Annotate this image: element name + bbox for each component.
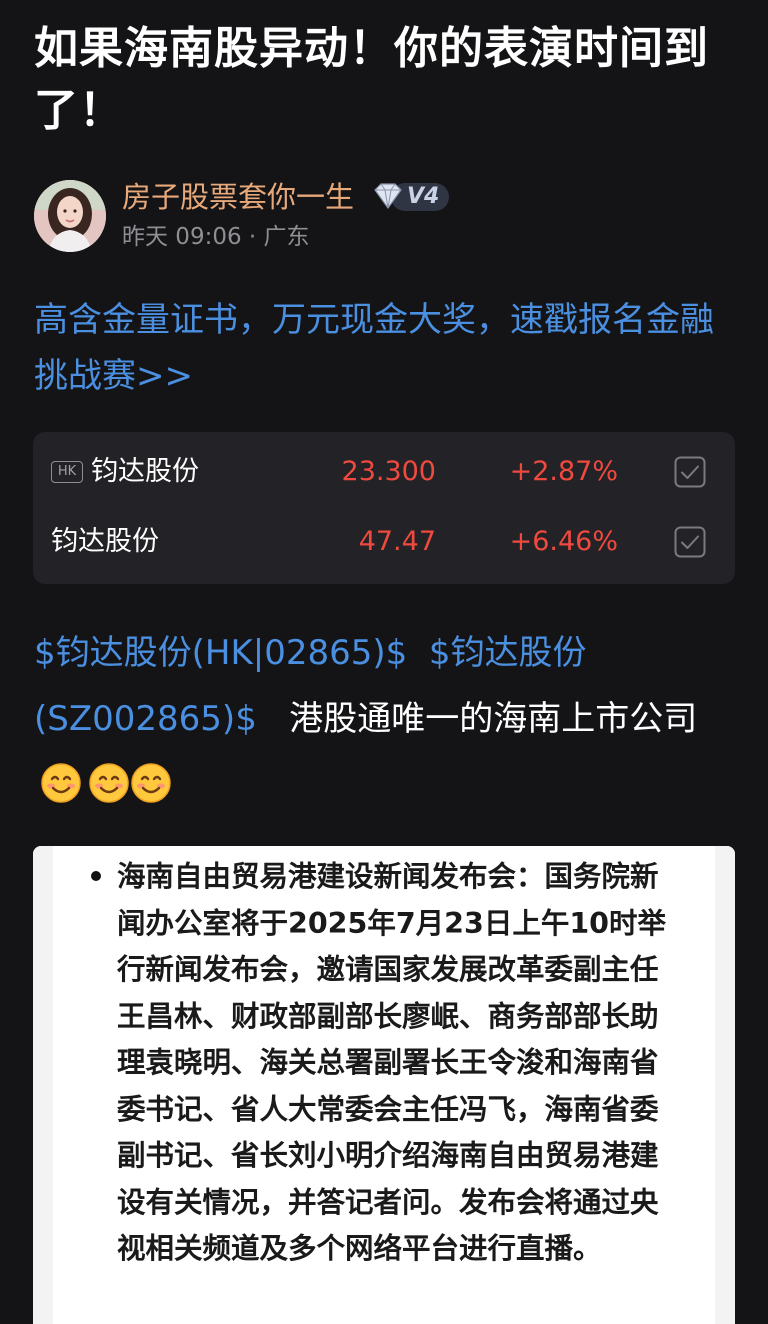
stock-card: HK 钧达股份 23.300 +2.87% 钧达股份 47.47 +6.46% <box>33 432 735 584</box>
check-square-icon[interactable] <box>674 526 706 558</box>
stock-price: 23.300 <box>341 456 436 487</box>
author-row[interactable]: 房子股票套你一生 V4 昨天 09:06 · 广东 <box>34 180 734 256</box>
smiling-face-icon <box>41 763 81 803</box>
news-image[interactable]: 海南自由贸易港建设新闻发布会：国务院新闻办公室将于2025年7月23日上午10时… <box>33 846 735 1324</box>
news-text: 海南自由贸易港建设新闻发布会：国务院新闻办公室将于2025年7月23日上午10时… <box>117 854 677 1273</box>
post-title: 如果海南股异动！你的表演时间到了！ <box>34 23 709 136</box>
author-name[interactable]: 房子股票套你一生 <box>122 179 354 215</box>
bullet-dot <box>91 871 101 881</box>
check-square-icon[interactable] <box>674 456 706 488</box>
news-body: ：国务院新闻办公室将于2025年7月23日上午10时举行新闻发布会，邀请国家发展… <box>117 860 666 1265</box>
stock-row-hk[interactable]: HK 钧达股份 23.300 +2.87% <box>33 442 735 502</box>
promo-link[interactable]: 高含金量证书，万元现金大奖，速戳报名金融挑战赛>> <box>34 292 739 404</box>
news-heading: 海南自由贸易港建设新闻发布会 <box>117 860 517 893</box>
smiling-face-icon <box>89 763 129 803</box>
avatar[interactable] <box>34 180 106 252</box>
post-body: $钧达股份(HK|02865)$ $钧达股份(SZ002865)$ 港股通唯一的… <box>34 620 744 818</box>
body-text: 港股通唯一的海南上市公司 <box>289 699 698 739</box>
stock-name[interactable]: 钧达股份 <box>91 454 199 490</box>
stock-row-sz[interactable]: 钧达股份 47.47 +6.46% <box>33 512 735 572</box>
stock-name[interactable]: 钧达股份 <box>51 524 159 560</box>
level-badge-text: V4 <box>407 184 440 209</box>
image-margin <box>33 846 53 1324</box>
image-margin <box>715 846 735 1324</box>
smiling-face-icon <box>131 763 171 803</box>
stock-link-hk[interactable]: $钧达股份(HK|02865)$ <box>34 633 407 673</box>
market-tag-hk: HK <box>51 461 83 483</box>
post-meta: 昨天 09:06 · 广东 <box>122 224 310 250</box>
stock-price: 47.47 <box>358 526 436 557</box>
stock-change: +2.87% <box>509 456 618 487</box>
stock-change: +6.46% <box>509 526 618 557</box>
level-badge: V4 <box>371 181 451 213</box>
avatar-image <box>34 180 106 252</box>
